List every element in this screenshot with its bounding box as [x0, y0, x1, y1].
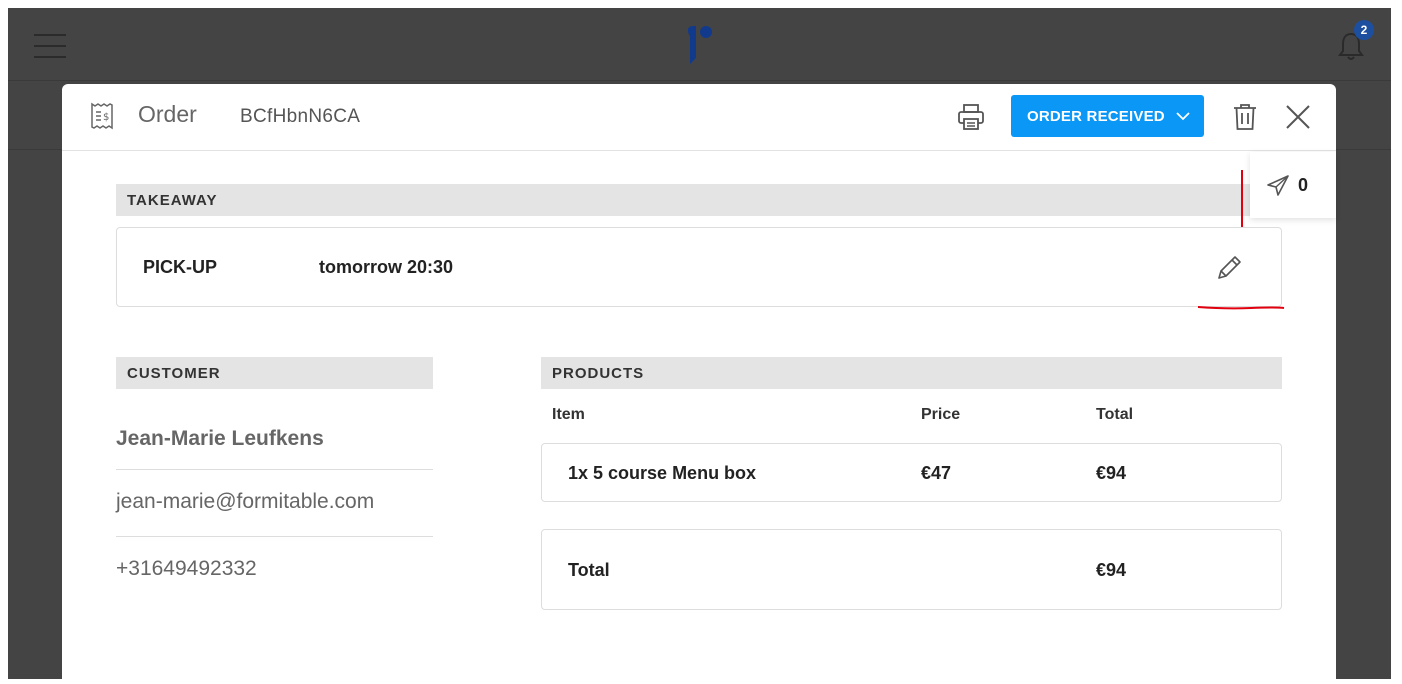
order-total-label: Total	[568, 560, 610, 580]
customer-section-title: CUSTOMER	[116, 357, 433, 389]
order-status-dropdown[interactable]: ORDER RECEIVED	[1011, 95, 1204, 137]
takeaway-section-title: TAKEAWAY	[116, 184, 1282, 216]
column-header-total: Total	[1096, 406, 1134, 423]
product-total: €94	[1096, 463, 1127, 483]
pickup-card: PICK-UP tomorrow 20:30	[116, 227, 1282, 307]
divider	[116, 469, 433, 470]
trash-icon[interactable]	[1232, 102, 1258, 132]
products-section-title: PRODUCTS	[541, 357, 1282, 389]
annotation-line-vertical	[1241, 170, 1243, 227]
receipt-icon: $	[91, 102, 113, 130]
send-count-button[interactable]: 0	[1250, 152, 1336, 218]
product-item: 1x 5 course Menu box	[568, 463, 757, 483]
order-total-value: €94	[1096, 560, 1127, 580]
send-icon	[1267, 175, 1289, 196]
customer-name: Jean-Marie Leufkens	[116, 427, 324, 450]
customer-email[interactable]: jean-marie@formitable.com	[116, 490, 374, 514]
svg-text:$: $	[103, 112, 109, 123]
send-count: 0	[1298, 175, 1309, 195]
logo	[688, 26, 712, 64]
close-icon[interactable]	[1285, 104, 1311, 130]
order-code: BCfHbnN6CA	[240, 106, 361, 127]
divider	[116, 536, 433, 537]
top-bar: 2	[8, 8, 1391, 80]
pencil-icon[interactable]	[1213, 252, 1245, 284]
customer-phone[interactable]: +31649492332	[116, 557, 257, 581]
pickup-time: tomorrow 20:30	[319, 257, 454, 277]
printer-icon[interactable]	[956, 102, 986, 132]
order-total-card	[541, 529, 1282, 610]
notification-badge: 2	[1354, 20, 1374, 40]
modal-title: Order	[138, 101, 197, 127]
divider	[8, 80, 1391, 81]
column-header-price: Price	[921, 406, 961, 423]
menu-icon[interactable]	[34, 34, 66, 58]
annotation-underline	[1197, 306, 1285, 310]
order-status-label: ORDER RECEIVED	[1027, 107, 1165, 125]
product-price: €47	[921, 463, 952, 483]
modal-header: $ Order BCfHbnN6CA ORDER RECEIVED	[62, 84, 1336, 151]
chevron-down-icon	[1176, 112, 1190, 121]
pickup-label: PICK-UP	[143, 257, 218, 277]
column-header-item: Item	[552, 406, 585, 423]
